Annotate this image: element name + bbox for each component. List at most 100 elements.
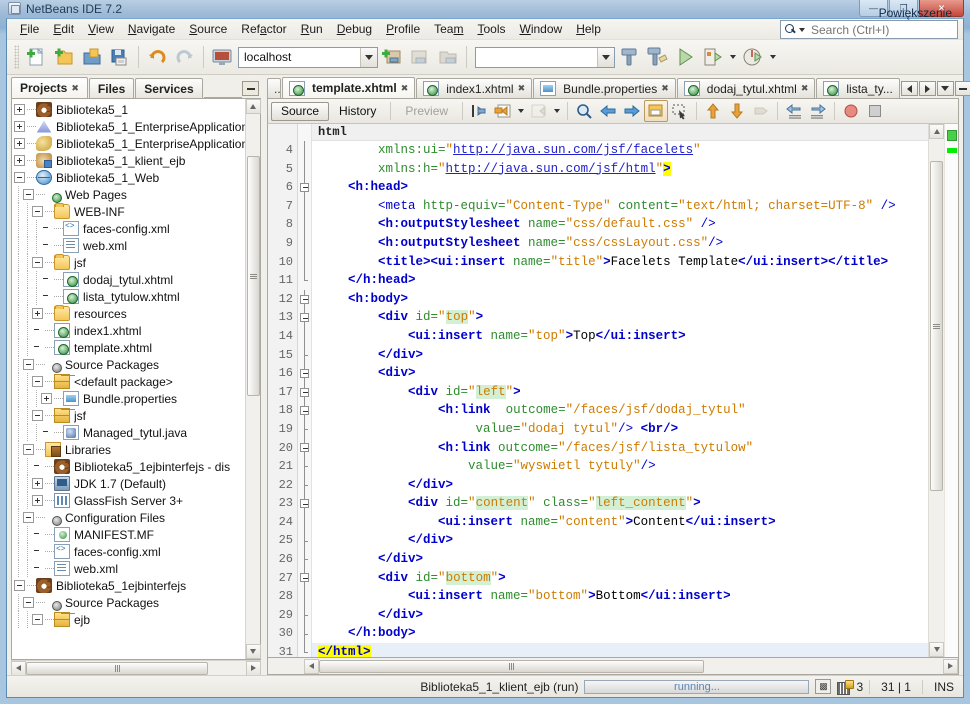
expand-icon[interactable] [14,121,25,132]
tree-node[interactable]: faces-config.xml [14,220,245,237]
menu-item-window[interactable]: Window [513,20,570,38]
menu-item-team[interactable]: Team [427,20,470,38]
tab-list-button[interactable] [936,81,954,96]
clean-build-button[interactable] [643,43,671,71]
stop-macro-recording-button[interactable] [863,100,887,122]
error-strip[interactable] [944,124,958,657]
collapse-icon[interactable] [14,172,25,183]
collapse-icon[interactable] [32,614,43,625]
fold-marker[interactable] [298,643,311,662]
next-warning-button[interactable] [749,100,773,122]
next-bookmark-button[interactable] [620,100,644,122]
fold-marker[interactable] [298,382,311,402]
expand-icon[interactable] [32,478,43,489]
collapse-icon[interactable] [23,359,34,370]
tree-node[interactable]: lista_tytulow.xhtml [14,288,245,305]
tree-node[interactable]: Source Packages [14,356,245,373]
tree-node[interactable]: Biblioteka5_1_EnterpriseApplication [14,118,245,135]
previous-bookmark-button[interactable] [596,100,620,122]
collapse-icon[interactable] [32,376,43,387]
code-line[interactable]: xmlns:ui="http://java.sun.com/jsf/facele… [312,141,928,160]
fold-marker[interactable] [298,178,311,197]
collapse-icon[interactable] [32,206,43,217]
scroll-up-icon[interactable] [245,99,261,114]
tab-projects[interactable]: Projects ✖ [11,77,88,98]
projects-vscroll-thumb[interactable] [246,156,260,396]
close-icon[interactable]: ✖ [71,83,79,94]
run-project-button[interactable] [671,43,699,71]
scroll-tabs-left-button[interactable] [900,81,918,96]
expand-icon[interactable] [14,138,25,149]
code-line[interactable]: <h:outputStylesheet name="css/cssLayout.… [312,234,928,253]
expand-icon[interactable] [32,308,43,319]
expand-icon[interactable] [41,393,52,404]
tree-node[interactable]: jsf [14,407,245,424]
tree-node[interactable]: Biblioteka5_1_Web [14,169,245,186]
code-line[interactable]: </div> [312,531,928,550]
tree-node[interactable]: dodaj_tytul.xhtml [14,271,245,288]
code-line[interactable]: <h:outputStylesheet name="css/default.cs… [312,215,928,234]
tree-node[interactable]: <default package> [14,373,245,390]
fold-marker[interactable] [298,494,311,513]
menu-item-view[interactable]: View [81,20,121,38]
menu-item-help[interactable]: Help [569,20,608,38]
build-project-button[interactable] [615,43,643,71]
back-dropdown-icon[interactable] [518,109,525,113]
code-line[interactable]: </html> [312,643,928,657]
editor-tab-template-xhtml[interactable]: template.xhtml ✖ [282,77,416,98]
notification-area[interactable]: 3 [837,679,863,695]
code-line[interactable]: <title><ui:insert name="title">Facelets … [312,253,928,272]
tree-node[interactable]: index1.xhtml [14,322,245,339]
tree-node[interactable]: JDK 1.7 (Default) [14,475,245,492]
projects-hscrollbar[interactable] [11,660,261,676]
open-project-button[interactable] [78,43,106,71]
tree-node[interactable]: Biblioteka5_1_EnterpriseApplication-e [14,135,245,152]
fold-marker[interactable] [298,289,311,309]
close-icon[interactable]: ✖ [801,83,809,94]
search-box[interactable] [780,20,958,39]
fold-marker[interactable] [298,438,311,458]
view-button-history[interactable]: History [329,102,386,121]
view-button-source[interactable]: Source [271,101,330,121]
code-line[interactable]: <div id="left"> [312,383,928,402]
expand-icon[interactable] [14,104,25,115]
tree-node[interactable]: Source Packages [14,594,245,611]
editor-hscroll-thumb[interactable] [319,659,704,673]
fold-marker[interactable] [298,401,311,420]
fold-marker[interactable] [298,308,311,327]
code-line[interactable]: <div id="content" class="left_content"> [312,494,928,513]
fold-marker[interactable] [298,568,311,588]
code-viewport[interactable]: html xmlns:ui="http://java.sun.com/jsf/f… [312,124,928,657]
scroll-left-icon[interactable] [11,660,26,676]
new-project-button[interactable] [50,43,78,71]
tree-node[interactable]: Configuration Files [14,509,245,526]
code-line[interactable]: value="dodaj tytul"/> <br/> [312,420,928,439]
debug-project-button[interactable] [699,43,727,71]
code-folding-bar[interactable] [298,124,312,657]
fold-marker[interactable] [298,364,311,383]
editor-tab-bundle-properties[interactable]: Bundle.properties ✖ [533,78,676,98]
scroll-down-icon[interactable] [929,642,944,657]
editor-vscroll-thumb[interactable] [930,161,943,491]
maximize-editor-button[interactable] [954,81,970,96]
code-line[interactable]: <ui:insert name="bottom">Bottom</ui:inse… [312,587,928,606]
undo-button[interactable] [143,43,171,71]
tree-node[interactable]: Managed_tytul.java [14,424,245,441]
tree-node[interactable]: GlassFish Server 3+ [14,492,245,509]
view-button-preview[interactable]: Preview [395,102,458,121]
expand-icon[interactable] [14,155,25,166]
forward-navigate-button[interactable] [527,100,551,122]
tree-node[interactable]: MANIFEST.MF [14,526,245,543]
tree-node[interactable]: ejb [14,611,245,628]
servers-button[interactable] [406,43,434,71]
menu-item-profile[interactable]: Profile [379,20,427,38]
close-icon[interactable]: ✖ [518,83,526,94]
tree-node[interactable]: jsf [14,254,245,271]
menu-item-source[interactable]: Source [182,20,234,38]
editor-hscrollbar[interactable] [267,658,959,675]
server-button[interactable] [208,43,236,71]
forward-dropdown-icon[interactable] [554,109,561,113]
start-macro-recording-button[interactable] [839,100,863,122]
code-line[interactable]: </div> [312,550,928,569]
next-error-button[interactable] [725,100,749,122]
